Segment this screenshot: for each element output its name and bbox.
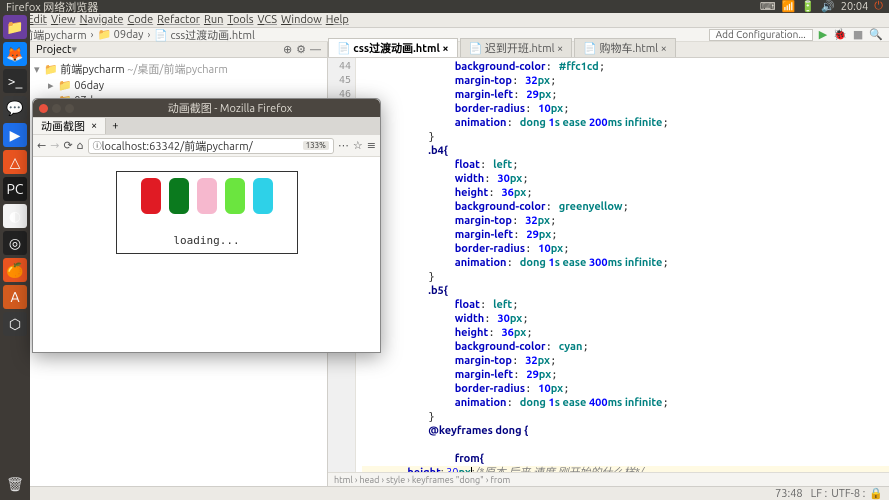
forward-icon: → <box>50 139 59 152</box>
tree-item[interactable]: ▾📁 前端pycharm ~/桌面/前端pycharm <box>34 60 323 78</box>
clock[interactable]: 20:04 <box>841 1 869 13</box>
launcher-terminal[interactable]: >_ <box>3 69 27 93</box>
launcher-chrome[interactable]: ◐ <box>3 204 27 228</box>
project-tool-header[interactable]: Project ▾ ⊕ ⚙ — <box>30 42 327 58</box>
event-log-link[interactable]: ▣ Event Log <box>821 487 883 500</box>
code-editor[interactable]: 44 45 46 47 48 49 50 background-color: #… <box>328 58 889 472</box>
editor-breadcrumb[interactable]: html › head › style › keyframes "dong" ›… <box>328 472 889 486</box>
trash-icon[interactable]: 🗑 <box>3 472 27 496</box>
code-lines[interactable]: background-color: #ffc1cd; margin-top: 3… <box>356 58 889 472</box>
launcher-obs[interactable]: ◎ <box>3 231 27 255</box>
editor-tab[interactable]: 📄 购物车.html × <box>574 38 676 57</box>
browser-tabs: 动画截图× + <box>33 117 380 135</box>
hide-icon[interactable]: — <box>310 44 321 56</box>
ide-statusbar: ▣ Event Log <box>30 486 889 500</box>
browser-toolbar: ← → ⟳ ⌂ ⓘ localhost:63342/前端pycharm/ 133… <box>33 135 380 157</box>
crumb[interactable]: 📄 css过渡动画.html <box>154 27 255 43</box>
menu-code[interactable]: Code <box>127 14 153 26</box>
system-tray: ⌨ 📶 🔋 🔊 20:04 ⏻ <box>760 0 883 13</box>
menu-help[interactable]: Help <box>326 14 349 26</box>
tree-item[interactable]: ▸📁 06day <box>34 78 323 93</box>
launcher-app2[interactable]: 🍊 <box>3 258 27 282</box>
power-icon[interactable]: ⏻ <box>874 0 883 13</box>
launcher-files[interactable]: 📁 <box>3 15 27 39</box>
close-tab-icon[interactable]: × <box>91 120 97 132</box>
editor-tab[interactable]: 📄 迟到开班.html × <box>460 38 573 57</box>
close-icon[interactable] <box>39 104 48 113</box>
wifi-icon[interactable]: 📶 <box>782 0 796 13</box>
menu-tools[interactable]: Tools <box>227 14 253 26</box>
launcher-app1[interactable]: ▶ <box>3 123 27 147</box>
minimize-icon[interactable] <box>52 104 61 113</box>
bookmark-icon[interactable]: ☆ <box>353 139 363 152</box>
launcher-firefox[interactable]: 🦊 <box>3 42 27 66</box>
launcher-vlc[interactable]: △ <box>3 150 27 174</box>
menu-edit[interactable]: Edit <box>27 14 47 26</box>
launcher-app3[interactable]: A <box>3 285 27 309</box>
editor-tabs: 📄 css过渡动画.html ×📄 迟到开班.html ×📄 购物车.html … <box>328 42 889 58</box>
firefox-window[interactable]: 动画截图 - Mozilla Firefox 动画截图× + ← → ⟳ ⌂ ⓘ… <box>32 98 381 353</box>
stop-icon: ■ <box>853 28 863 41</box>
menu-navigate[interactable]: Navigate <box>80 14 124 26</box>
editor-tab[interactable]: 📄 css过渡动画.html × <box>328 38 458 57</box>
menu-window[interactable]: Window <box>281 14 322 26</box>
collapse-icon[interactable]: ⊕ <box>283 43 292 56</box>
window-titlebar[interactable]: 动画截图 - Mozilla Firefox <box>33 99 380 117</box>
browser-viewport: loading... <box>33 157 380 352</box>
unity-launcher: 📁 🦊 >_ 💬 ▶ △ PC ◐ ◎ 🍊 A ⬡ <box>0 13 30 500</box>
url-bar[interactable]: ⓘ localhost:63342/前端pycharm/ 133% <box>88 138 334 154</box>
loader-bar <box>169 178 189 214</box>
menu-view[interactable]: View <box>51 14 76 26</box>
reload-icon[interactable]: ⟳ <box>63 139 72 152</box>
launcher-pycharm[interactable]: PC <box>3 177 27 201</box>
maximize-icon[interactable] <box>65 104 74 113</box>
system-topbar: Firefox 网络浏览器 ⌨ 📶 🔋 🔊 20:04 ⏻ <box>0 0 889 13</box>
loader-bar <box>141 178 161 214</box>
loader-bar <box>253 178 273 214</box>
loading-widget: loading... <box>116 171 298 254</box>
run-icon[interactable]: ▶ <box>819 28 827 41</box>
keyboard-icon[interactable]: ⌨ <box>760 0 776 13</box>
home-icon[interactable]: ⌂ <box>77 139 84 152</box>
search-icon[interactable]: 🔍 <box>869 28 883 41</box>
volume-icon[interactable]: 🔊 <box>821 0 835 13</box>
ide-menubar: FileEditViewNavigateCodeRefactorRunTools… <box>0 13 889 28</box>
add-configuration-button[interactable]: Add Configuration... <box>709 29 813 41</box>
menu-vcs[interactable]: VCS <box>258 14 278 26</box>
launcher-app4[interactable]: ⬡ <box>3 312 27 336</box>
menu-run[interactable]: Run <box>204 14 223 26</box>
gear-icon[interactable]: ⚙ <box>296 43 306 56</box>
browser-tab[interactable]: 动画截图× <box>33 118 106 134</box>
menu-dots-icon[interactable]: ⋯ <box>338 139 349 152</box>
battery-icon[interactable]: 🔋 <box>801 0 815 13</box>
active-window-title: Firefox 网络浏览器 <box>6 0 760 15</box>
loader-bar <box>225 178 245 214</box>
editor-pane: 📄 css过渡动画.html ×📄 迟到开班.html ×📄 购物车.html … <box>328 42 889 486</box>
debug-icon[interactable]: 🐞 <box>833 28 847 41</box>
crumb[interactable]: 📁 09day <box>97 28 143 41</box>
new-tab-button[interactable]: + <box>106 120 124 132</box>
menu-refactor[interactable]: Refactor <box>157 14 200 26</box>
loader-bar <box>197 178 217 214</box>
library-icon[interactable]: ≡ <box>367 139 376 152</box>
launcher-wechat[interactable]: 💬 <box>3 96 27 120</box>
back-icon[interactable]: ← <box>37 139 46 152</box>
